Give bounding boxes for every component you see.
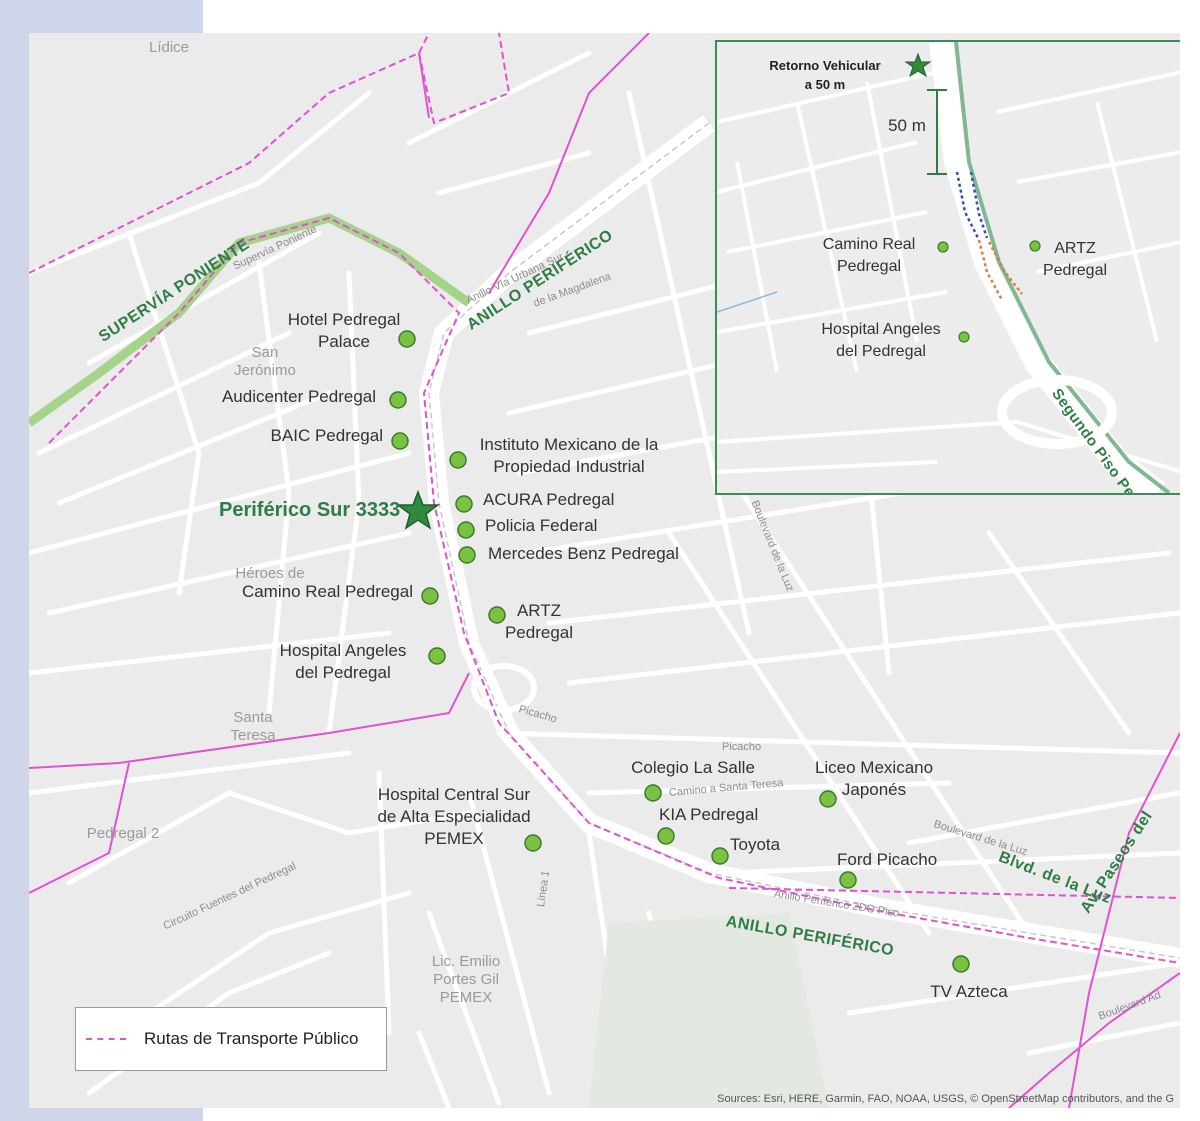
poi-label-audicenter: Audicenter Pedregal	[221, 387, 376, 406]
area-label-lidice: Lídice	[148, 39, 190, 56]
area-label-san-jeronimo: San Jerónimo	[234, 344, 296, 379]
inset-marker-artz	[1029, 240, 1041, 252]
area-label-lic-emilio: Lic. Emilio Portes Gil PEMEX	[431, 953, 501, 1006]
poi-label-liceo: Liceo Mexicano Japonés	[814, 758, 934, 799]
inset-label-artz: ARTZ Pedregal	[1042, 240, 1108, 279]
inset-label-camino-real: Camino Real Pedregal	[822, 236, 916, 275]
poi-label-colegio-la-salle: Colegio La Salle	[631, 758, 755, 777]
poi-label-kia: KIA Pedregal	[659, 805, 759, 824]
main-location-label: Periférico Sur 3333	[219, 499, 401, 521]
inset-map[interactable]: Retorno Vehicular a 50 m 50 m Camino Rea…	[715, 40, 1180, 495]
legend-label: Rutas de Transporte Público	[144, 1029, 359, 1048]
poi-label-camino-real: Camino Real Pedregal	[241, 582, 413, 601]
inset-label-distance: 50 m	[888, 116, 926, 135]
poi-label-hotel-pedregal: Hotel Pedregal Palace	[287, 310, 401, 351]
poi-label-instituto: Instituto Mexicano de la Propiedad Indus…	[479, 435, 659, 476]
street-label-picacho-2: Picacho	[722, 741, 762, 753]
poi-label-tv-azteca: TV Azteca	[930, 982, 1008, 1001]
map-canvas[interactable]: Lídice San Jerónimo Héroes de Santa Tere…	[29, 33, 1180, 1108]
poi-label-artz: ARTZ Pedregal	[504, 601, 574, 642]
inset-label-hospital: Hospital Angeles del Pedregal	[821, 321, 941, 360]
area-label-pedregal-2: Pedregal 2	[86, 825, 160, 842]
poi-label-hospital-angeles: Hospital Angeles del Pedregal	[279, 641, 407, 682]
poi-label-acura: ACURA Pedregal	[483, 490, 615, 509]
area-label-santa-teresa: Santa Teresa	[230, 709, 276, 744]
inset-marker-hospital	[958, 331, 970, 343]
poi-label-baic: BAIC Pedregal	[270, 426, 383, 445]
poi-label-mercedes: Mercedes Benz Pedregal	[488, 544, 679, 563]
legend-transit-line	[86, 1038, 126, 1040]
inset-map-base	[717, 42, 1180, 493]
poi-label-hospital-central: Hospital Central Sur de Alta Especialida…	[377, 785, 531, 848]
poi-label-policia: Policia Federal	[485, 516, 598, 535]
poi-label-ford: Ford Picacho	[837, 850, 938, 869]
poi-label-toyota: Toyota	[730, 835, 781, 854]
legend: Rutas de Transporte Público	[75, 1007, 387, 1071]
inset-label-retorno: Retorno Vehicular a 50 m	[769, 58, 881, 92]
map-attribution: Sources: Esri, HERE, Garmin, FAO, NOAA, …	[717, 1093, 1174, 1105]
inset-marker-camino-real	[937, 241, 949, 253]
